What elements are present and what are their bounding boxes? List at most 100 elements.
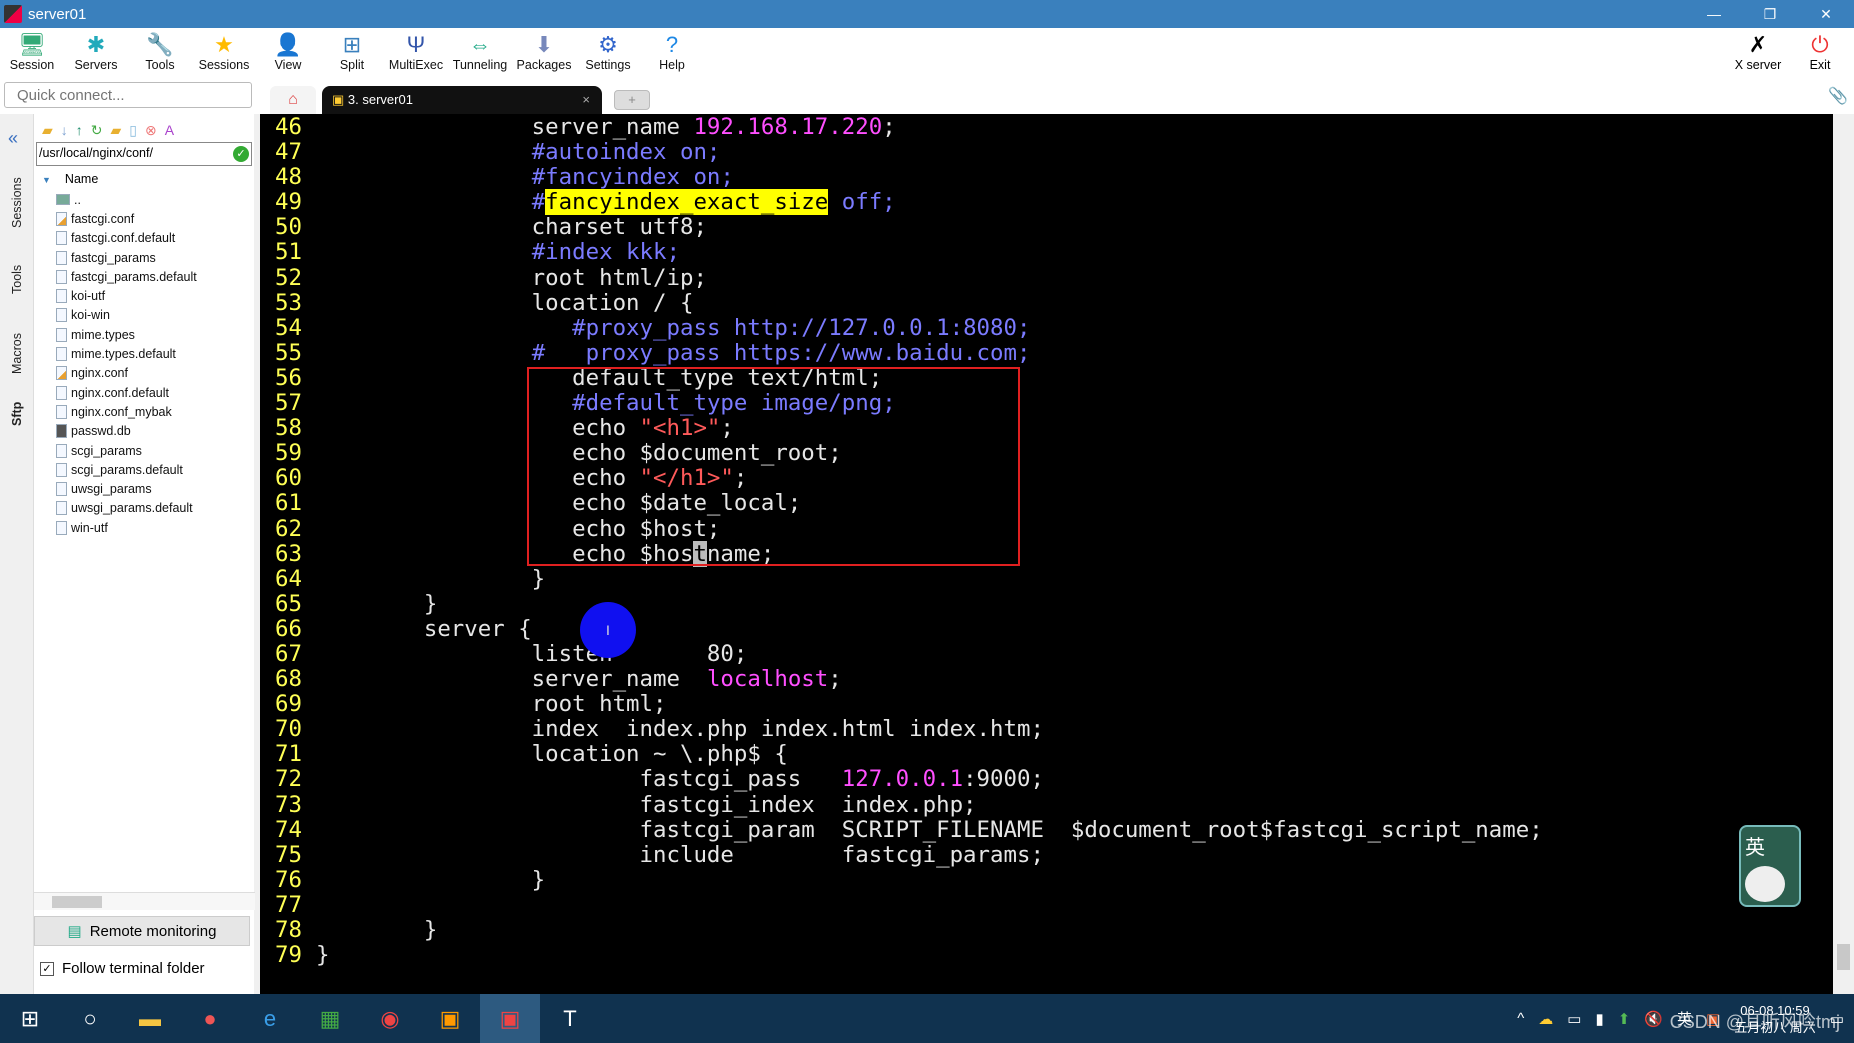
- file-item[interactable]: koi-utf: [34, 286, 254, 305]
- color-app-icon[interactable]: ●: [180, 994, 240, 1043]
- windows-start-icon[interactable]: ⊞: [0, 994, 60, 1043]
- toolbar-multiexec-button[interactable]: Ψ MultiExec: [384, 28, 448, 80]
- code-line: 71 location ~ \.php$ {: [260, 742, 1543, 767]
- chrome-icon[interactable]: ◉: [360, 994, 420, 1043]
- side-tab-sessions[interactable]: Sessions: [4, 168, 30, 238]
- toolbar-split-button[interactable]: ⊞ Split: [320, 28, 384, 80]
- side-tab-sftp[interactable]: Sftp: [4, 394, 30, 434]
- remote-monitoring-button[interactable]: ▤ Remote monitoring: [34, 916, 250, 946]
- home-tab[interactable]: ⌂: [270, 86, 316, 114]
- download-icon[interactable]: ↓: [61, 122, 68, 138]
- file-item[interactable]: nginx.conf.default: [34, 383, 254, 402]
- show-hidden-icon[interactable]: ^: [1517, 1010, 1524, 1027]
- sftp-path-input[interactable]: /usr/local/nginx/conf/ ✓: [36, 142, 252, 166]
- toolbar-label: Session: [9, 58, 55, 72]
- file-item[interactable]: mime.types: [34, 325, 254, 344]
- code-segment: server_name: [316, 114, 694, 140]
- tools-knife-icon: 🔧: [146, 32, 174, 57]
- remote-desktop-icon[interactable]: ▣: [420, 994, 480, 1043]
- terminal-scrollbar[interactable]: [1833, 114, 1854, 994]
- heart-avatar-icon: [1745, 866, 1785, 902]
- path-ok-icon[interactable]: ✓: [233, 146, 249, 162]
- servers-network-icon: ✱: [86, 32, 106, 57]
- file-icon: [56, 501, 67, 516]
- toolbar-session-button[interactable]: 🖥 Session: [0, 28, 64, 80]
- file-item[interactable]: koi-win: [34, 306, 254, 325]
- update-arrow-icon[interactable]: ⬆: [1618, 1010, 1631, 1028]
- file-name: nginx.conf.default: [71, 385, 169, 400]
- code-segment: }: [316, 565, 546, 592]
- toolbar-servers-button[interactable]: ✱ Servers: [64, 28, 128, 80]
- file-icon: [56, 443, 67, 458]
- file-explorer-icon[interactable]: ▬: [120, 994, 180, 1043]
- file-item[interactable]: uwsgi_params.default: [34, 499, 254, 518]
- code-line: 75 include fastcgi_params;: [260, 842, 1543, 868]
- file-item[interactable]: scgi_params: [34, 441, 254, 460]
- line-number: 66: [275, 615, 302, 642]
- follow-terminal-folder-checkbox[interactable]: ✓ Follow terminal folder: [40, 960, 205, 977]
- typora-icon[interactable]: T: [540, 994, 600, 1043]
- ime-widget[interactable]: 英: [1739, 825, 1801, 907]
- toolbar-packages-button[interactable]: ⬇ Packages: [512, 28, 576, 80]
- paperclip-icon[interactable]: 📎: [1828, 86, 1848, 106]
- file-item[interactable]: fastcgi_params: [34, 248, 254, 267]
- file-item[interactable]: fastcgi.conf.default: [34, 229, 254, 248]
- delete-icon[interactable]: ⊗: [145, 122, 157, 138]
- close-button[interactable]: ✕: [1798, 0, 1854, 28]
- checkbox-checked-icon[interactable]: ✓: [40, 961, 54, 976]
- restore-button[interactable]: ❐: [1742, 0, 1798, 28]
- toolbar-view-button[interactable]: 👤 View: [256, 28, 320, 80]
- toolbar-help-button[interactable]: ? Help: [640, 28, 704, 80]
- file-item[interactable]: nginx.conf: [34, 364, 254, 383]
- file-item[interactable]: fastcgi.conf: [34, 209, 254, 228]
- new-folder-icon[interactable]: ▰: [111, 122, 122, 138]
- path-text[interactable]: /usr/local/nginx/conf/: [39, 146, 153, 160]
- new-file-icon[interactable]: ▯: [129, 122, 137, 138]
- file-icon: [56, 385, 67, 400]
- battery-icon[interactable]: ▮: [1595, 1010, 1603, 1028]
- toolbar-tools-button[interactable]: 🔧 Tools: [128, 28, 192, 80]
- tab-close-button[interactable]: ×: [582, 86, 590, 114]
- mobaxterm-taskbar-icon[interactable]: ▣: [480, 994, 540, 1043]
- edge-browser-icon[interactable]: e: [240, 994, 300, 1043]
- network-icon[interactable]: ▭: [1567, 1010, 1581, 1028]
- side-tab-strip: « Sessions Tools Macros Sftp: [0, 114, 33, 994]
- spreadsheet-icon[interactable]: ▦: [300, 994, 360, 1043]
- parent-folder-icon[interactable]: ▰: [42, 122, 53, 138]
- file-item[interactable]: uwsgi_params: [34, 479, 254, 498]
- file-item[interactable]: passwd.db: [34, 422, 254, 441]
- file-item[interactable]: nginx.conf_mybak: [34, 402, 254, 421]
- xserver-button[interactable]: ✗ X server: [1726, 28, 1790, 72]
- file-item[interactable]: ..: [34, 190, 254, 209]
- search-circle-icon[interactable]: ○: [60, 994, 120, 1043]
- refresh-icon[interactable]: ↻: [91, 122, 103, 138]
- star-icon: ★: [214, 32, 234, 57]
- toolbar-label: Sessions: [198, 58, 250, 72]
- name-column-header[interactable]: ▼ Name: [34, 166, 254, 190]
- minimize-button[interactable]: —: [1686, 0, 1742, 28]
- new-tab-button[interactable]: +: [614, 90, 650, 110]
- file-item[interactable]: win-utf: [34, 518, 254, 537]
- exit-button[interactable]: ⏻ Exit: [1790, 28, 1850, 72]
- file-item[interactable]: scgi_params.default: [34, 460, 254, 479]
- file-item[interactable]: mime.types.default: [34, 344, 254, 363]
- toolbar-sessions-button[interactable]: ★ Sessions: [192, 28, 256, 80]
- file-item[interactable]: fastcgi_params.default: [34, 267, 254, 286]
- upload-icon[interactable]: ↑: [76, 122, 83, 138]
- side-tab-tools[interactable]: Tools: [4, 254, 30, 304]
- mouse-pointer-highlight: I: [580, 602, 636, 658]
- toolbar-tunneling-button[interactable]: ⇔ Tunneling: [448, 28, 512, 80]
- file-name: fastcgi.conf.default: [71, 231, 176, 246]
- toolbar-settings-button[interactable]: ⚙ Settings: [576, 28, 640, 80]
- tab-server01[interactable]: ▣ 3. server01 ×: [322, 86, 602, 114]
- terminal[interactable]: 46 server_name 192.168.17.220; 47 #autoin…: [260, 114, 1833, 994]
- horizontal-scrollbar[interactable]: [34, 892, 255, 910]
- collapse-chevrons-icon[interactable]: «: [8, 128, 18, 149]
- rename-icon[interactable]: A: [165, 122, 174, 138]
- code-line: 46 server_name 192.168.17.220;: [260, 114, 1543, 140]
- weather-icon[interactable]: ☁: [1538, 1010, 1553, 1028]
- side-tab-macros[interactable]: Macros: [4, 324, 30, 384]
- volume-muted-icon[interactable]: 🔇: [1644, 1010, 1663, 1028]
- quick-connect-input[interactable]: [4, 82, 252, 108]
